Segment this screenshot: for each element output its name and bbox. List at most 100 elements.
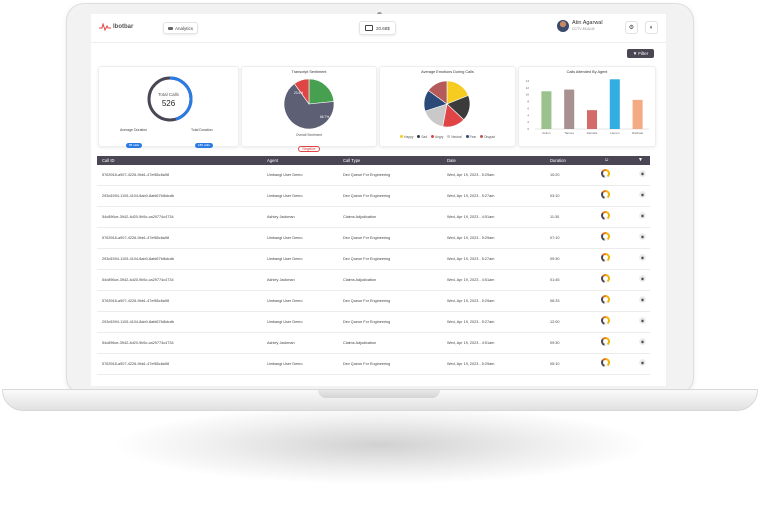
emotions-legend: Happy Sad Angry Neutral Fear Disgust	[380, 135, 515, 139]
agent-cell: Umbangi User Demo	[267, 362, 303, 366]
agent-calls-title: Calls Attended By Agent	[566, 70, 608, 74]
date-cell: Wed, Apr 19, 2023 - 5:29am	[447, 236, 495, 240]
emotion-ring-icon	[601, 295, 610, 304]
table-header: Call ID Agent Call Type Date Duration ☺ …	[97, 156, 650, 165]
emotions-title: Average Emotions During Calls	[421, 70, 474, 74]
table-row[interactable]: 5763918-a907-4226-9bb1-47ef65c6a98 Umbang…	[97, 354, 650, 375]
call-id-cell: 54c896ce-3942-4d20-9b5c-ca29774c4734	[102, 278, 174, 282]
agent-cell: Umbangi User Demo	[267, 236, 303, 240]
filter-button[interactable]: ▼ Filter	[627, 49, 654, 58]
table-row[interactable]: 293d1594-1105-4104-8ab0-8afd67fd6dcdb Umb…	[97, 312, 650, 333]
bar-rachael	[632, 99, 643, 129]
emotion-legend-item: Neutral	[447, 135, 462, 139]
call-type-cell: Dev Queue For Engineering	[343, 236, 391, 240]
eye-icon[interactable]: ◉	[639, 275, 646, 282]
analytics-nav-button[interactable]: Analytics	[163, 22, 199, 34]
col-call-type[interactable]: Call Type	[343, 158, 360, 163]
emotion-legend-item: Angry	[431, 135, 443, 139]
col-date[interactable]: Date	[447, 158, 456, 163]
call-type-cell: Dev Queue For Engineering	[343, 257, 391, 261]
table-row[interactable]: 5763918-a907-4226-9bb1-47ef65c6a98 Umbang…	[97, 228, 650, 249]
avg-duration-badge: 85 calls	[126, 133, 143, 151]
date-cell: Wed, Apr 19, 2023 - 5:27am	[447, 194, 495, 198]
call-id-cell: 5763918-a907-4226-9bb1-47ef65c6a98	[102, 236, 170, 240]
gear-icon: ⚙	[628, 25, 635, 31]
brand-logo[interactable]: Ibotbar	[99, 23, 133, 31]
table-row[interactable]: 5763918-a907-4226-9bb1-47ef65c6a98 Umbang…	[97, 165, 650, 186]
x-tick-label: Rachael	[632, 131, 643, 135]
date-cell: Wed, Apr 19, 2023 - 4:51am	[447, 341, 495, 345]
x-tick-label: Action	[542, 131, 551, 135]
emotion-ring-icon	[601, 358, 610, 367]
total-duration-badge: 180 calls	[195, 133, 213, 151]
date-cell: Wed, Apr 19, 2023 - 5:29am	[447, 173, 495, 177]
table-row[interactable]: 54c896ce-3942-4d20-9b5c-ca29774c4734 Ashl…	[97, 270, 650, 291]
emotion-legend-item: Sad	[417, 135, 427, 139]
y-tick-label: 4	[527, 113, 529, 117]
theme-button[interactable]: ◐	[645, 21, 658, 34]
call-type-cell: Claims Adjudication	[343, 215, 377, 219]
emotion-ring-icon	[601, 274, 610, 283]
laptop-notch	[318, 390, 440, 398]
table-row[interactable]: 5763918-a907-4226-9bb1-47ef65c6a98 Umbang…	[97, 291, 650, 312]
eye-icon[interactable]: ◉	[639, 338, 646, 345]
duration-cell: 11:30	[550, 215, 560, 219]
credits-display[interactable]: 20.68$	[359, 21, 396, 35]
funnel-icon: ▼	[632, 51, 638, 56]
credits-value: 20.68$	[376, 25, 390, 31]
total-calls-card: Total Calls 526 Average Duration 85 call…	[98, 66, 239, 148]
duration-cell: 03:10	[550, 194, 560, 198]
duration-cell: 12:00	[550, 320, 560, 324]
user-subtitle: CCTV 48 ALM	[572, 27, 595, 31]
call-type-cell: Dev Queue For Engineering	[343, 320, 391, 324]
duration-cell: 01:45	[550, 278, 560, 282]
sentiment-title: Transcript Sentiment	[291, 70, 327, 74]
half-circle-icon: ◐	[649, 24, 654, 31]
bar-danielle	[586, 110, 598, 129]
avatar[interactable]	[557, 20, 569, 32]
eye-icon[interactable]: ◉	[639, 233, 646, 240]
table-row[interactable]: 293d1594-1105-4104-8ab0-8afd67fd6dcdb Umb…	[97, 186, 650, 207]
bar-tanvee	[564, 89, 575, 129]
eye-icon[interactable]: ◉	[639, 296, 646, 303]
emotion-legend-item: Happy	[400, 135, 413, 139]
y-tick-label: 0	[527, 127, 529, 131]
app-screen: Ibotbar Analytics 20.68$ Atin Agarwal CC…	[91, 14, 666, 386]
y-tick-label: 8	[527, 100, 529, 104]
y-tick-label: 14	[526, 79, 530, 83]
total-calls-value: 526	[161, 99, 176, 108]
col-call-id[interactable]: Call ID	[102, 158, 115, 163]
table-row[interactable]: 293d1594-1105-4104-8ab0-8afd67fd6dcdb Umb…	[97, 249, 650, 270]
total-calls-label: Total Calls	[158, 92, 179, 97]
call-id-cell: 5763918-a907-4226-9bb1-47ef65c6a98	[102, 362, 170, 366]
funnel-icon[interactable]: ▼	[638, 157, 643, 163]
eye-icon[interactable]: ◉	[639, 191, 646, 198]
call-id-cell: 293d1594-1105-4104-8ab0-8afd67fd6dcdb	[102, 257, 175, 261]
agent-cell: Umbangi User Demo	[267, 299, 303, 303]
emotion-ring-icon	[601, 211, 610, 220]
eye-icon[interactable]: ◉	[639, 359, 646, 366]
bar-action	[541, 91, 552, 129]
y-tick-label: 10	[526, 93, 530, 97]
duration-cell: 07:10	[550, 236, 560, 240]
call-id-cell: 5763918-a907-4226-9bb1-47ef65c6a98	[102, 299, 170, 303]
eye-icon[interactable]: ◉	[639, 212, 646, 219]
table-row[interactable]: 54c896ce-3942-4d20-9b5c-ca29774c4734 Ashl…	[97, 333, 650, 354]
table-row[interactable]: 54c896ce-3942-4d20-9b5c-ca29774c4734 Ashl…	[97, 207, 650, 228]
call-type-cell: Dev Queue For Engineering	[343, 173, 391, 177]
emotions-pie-chart	[423, 80, 471, 128]
date-cell: Wed, Apr 19, 2023 - 4:51am	[447, 278, 495, 282]
date-cell: Wed, Apr 19, 2023 - 4:51am	[447, 215, 495, 219]
sentiment-pie-chart: 23.4% 66.7%	[283, 78, 335, 130]
settings-button[interactable]: ⚙	[625, 21, 638, 34]
agent-bar-chart: 14 12 10 8 6 4 2 0 Action Tanvee Danielle Lauren Rac…	[526, 79, 649, 135]
emotion-ring-icon	[601, 316, 610, 325]
eye-icon[interactable]: ◉	[639, 170, 646, 177]
y-tick-label: 6	[527, 106, 529, 110]
col-agent[interactable]: Agent	[267, 158, 278, 163]
col-duration[interactable]: Duration	[550, 158, 566, 163]
app-header: Ibotbar Analytics 20.68$ Atin Agarwal CC…	[91, 14, 666, 43]
eye-icon[interactable]: ◉	[639, 254, 646, 261]
date-cell: Wed, Apr 19, 2023 - 5:29am	[447, 362, 495, 366]
eye-icon[interactable]: ◉	[639, 317, 646, 324]
